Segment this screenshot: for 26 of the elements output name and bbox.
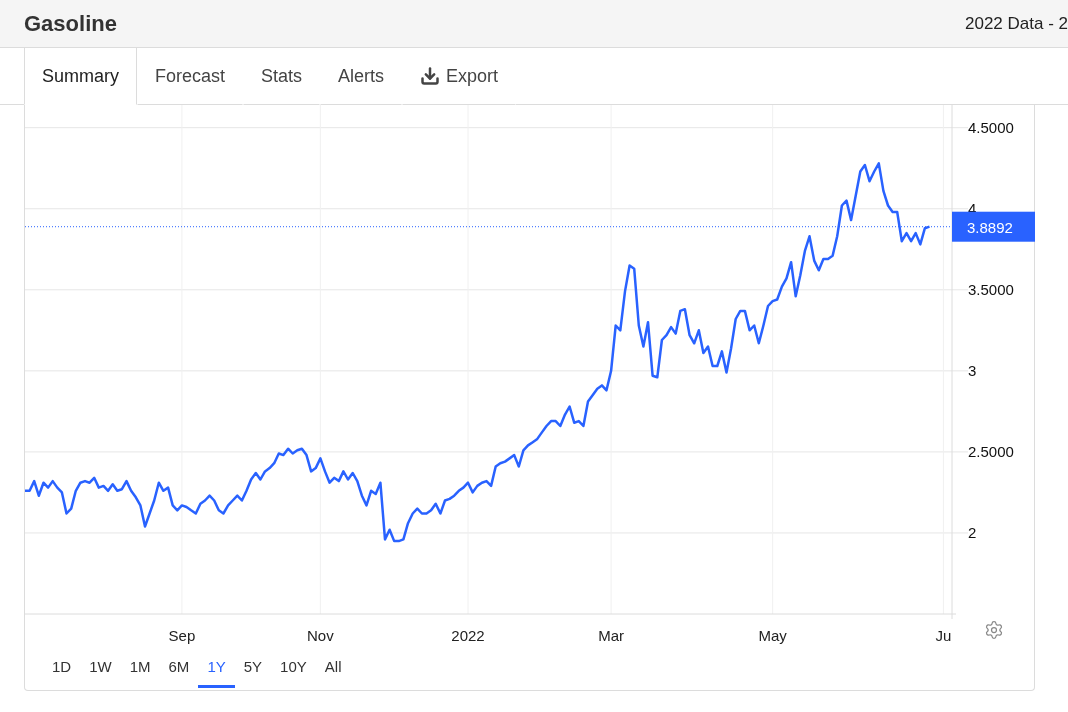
axis-label: May	[758, 627, 787, 644]
range-button[interactable]: 1D	[43, 650, 81, 688]
range-button[interactable]: 6M	[159, 650, 199, 688]
axis-label: 2.5000	[968, 442, 1014, 460]
axis-label: 2	[968, 523, 977, 541]
range-button[interactable]: 1W	[80, 650, 121, 688]
range-button[interactable]: 5Y	[234, 650, 272, 688]
tab[interactable]: Summary	[24, 48, 137, 105]
range-button[interactable]: 1M	[120, 650, 160, 688]
current-price-tag: 3.8892	[952, 211, 1035, 242]
axis-label: Mar	[598, 627, 625, 644]
range-button[interactable]: 10Y	[271, 650, 316, 688]
axis-label: 3.5000	[968, 280, 1014, 298]
axis-label: 2022	[451, 627, 485, 644]
range-button[interactable]: 1Y	[198, 650, 235, 688]
axis-label: Sep	[168, 627, 196, 644]
axis-label: Nov	[307, 627, 334, 644]
axis-label: 3	[968, 361, 977, 379]
ref-line-label: 3.8892	[967, 218, 1013, 236]
data-range-label: 2022 Data - 2	[965, 13, 1068, 34]
download-icon	[420, 66, 441, 86]
settings-icon[interactable]	[986, 621, 1002, 639]
page-title: Gasoline	[24, 10, 117, 37]
range-button[interactable]: All	[315, 650, 351, 688]
axis-label: 4.5000	[968, 118, 1014, 136]
axis-label: Ju	[935, 627, 952, 644]
